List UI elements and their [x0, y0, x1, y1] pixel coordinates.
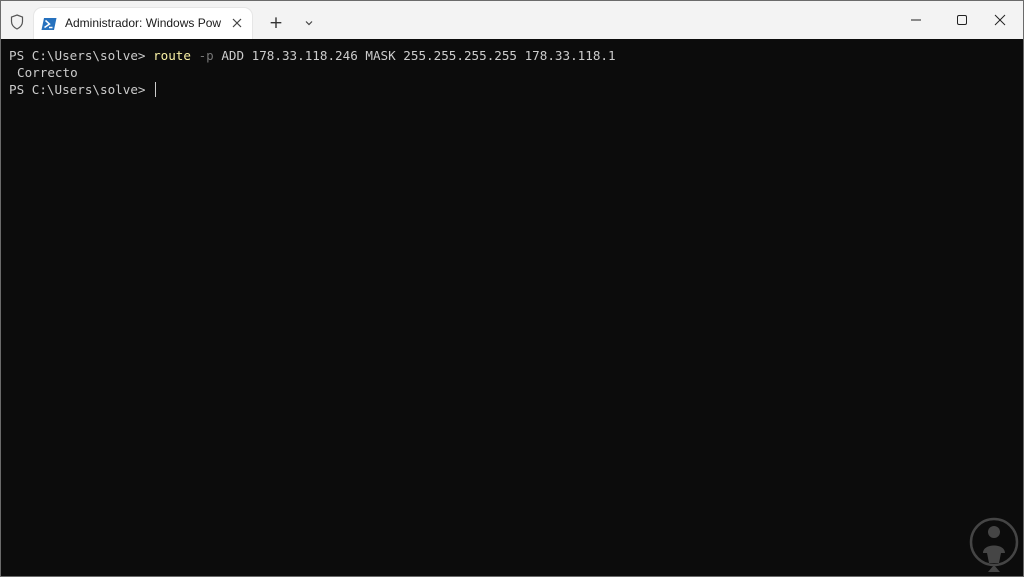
input-line[interactable]: PS C:\Users\solve> [9, 81, 157, 98]
tab-powershell[interactable]: Administrador: Windows Pow [34, 8, 252, 39]
powershell-icon [41, 16, 57, 30]
shield-icon [10, 14, 24, 30]
command-output: Correcto [17, 65, 78, 80]
text-cursor [155, 82, 157, 97]
new-tab-button[interactable]: + [265, 12, 287, 34]
tab-title: Administrador: Windows Pow [65, 16, 222, 30]
command-name: route [153, 48, 191, 63]
prompt: PS C:\Users\solve> [9, 48, 154, 63]
plus-icon: + [268, 13, 284, 33]
close-icon[interactable] [230, 15, 244, 29]
minimize-icon [911, 19, 921, 21]
close-window-button[interactable] [977, 1, 1023, 39]
prompt: PS C:\Users\solve> [9, 82, 154, 97]
terminal-window: Administrador: Windows Pow + PS C:\Users… [0, 0, 1024, 577]
command-flag: -p [190, 48, 214, 63]
command-line: PS C:\Users\solve> route -p ADD 178.33.1… [9, 47, 616, 64]
command-args: ADD 178.33.118.246 MASK 255.255.255.255 … [213, 48, 616, 63]
close-icon [994, 14, 1006, 26]
chevron-down-icon [305, 21, 313, 26]
tab-dropdown-button[interactable] [300, 14, 318, 32]
watermark-logo [969, 517, 1019, 573]
maximize-icon [957, 15, 967, 25]
terminal-output[interactable]: PS C:\Users\solve> route -p ADD 178.33.1… [1, 39, 1023, 576]
title-bar: Administrador: Windows Pow + [1, 1, 1023, 39]
minimize-button[interactable] [893, 1, 939, 39]
